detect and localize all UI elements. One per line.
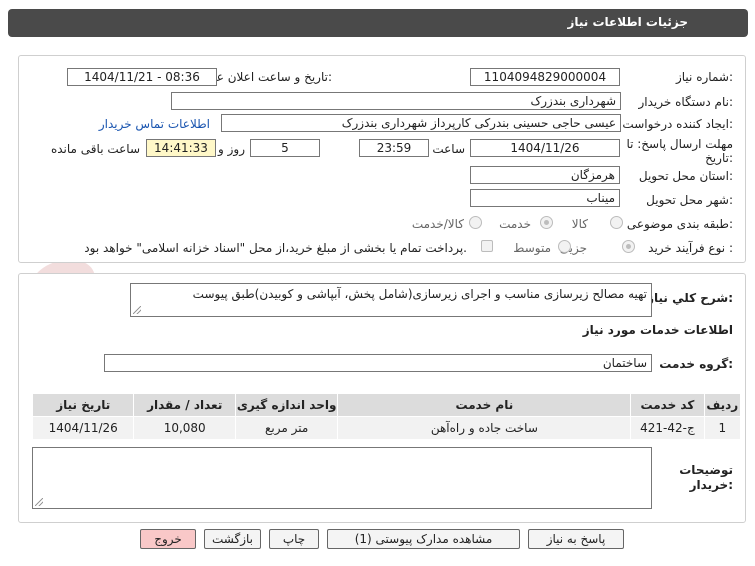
buyer-notes-label-2: خریدار: <box>689 478 733 492</box>
category-option-goods: کالا <box>571 217 588 231</box>
deadline-label: مهلت ارسال پاسخ: تا <box>626 137 733 151</box>
cell-quantity: 10,080 <box>133 416 236 440</box>
deadline-time-label: ساعت <box>432 142 465 156</box>
cell-service-code: ج-42-421 <box>630 416 705 440</box>
treasury-payment-checkbox[interactable] <box>481 240 493 252</box>
service-group-field: ساختمان <box>104 354 652 372</box>
description-field: تهیه مصالح زیرسازی مناسب و اجرای زیرسازی… <box>130 283 652 317</box>
col-row-number: ردیف <box>703 393 742 417</box>
description-label: شرح کلي نياز: <box>647 291 733 305</box>
buyer-notes-label: توضیحات <box>679 463 733 477</box>
page-title: جزئیات اطلاعات نیاز <box>567 15 688 29</box>
description-text: تهیه مصالح زیرسازی مناسب و اجرای زیرسازی… <box>192 287 647 301</box>
buyer-org-field: شهرداری بندزرک <box>171 92 621 110</box>
cell-need-date: 1404/11/26 <box>31 416 135 440</box>
process-type-label: نوع فرآیند خرید : <box>648 241 733 255</box>
remaining-time-label: ساعت باقی مانده <box>50 142 140 156</box>
view-attachments-button[interactable]: مشاهده مدارک پیوستی (1) <box>327 529 520 549</box>
province-label: استان محل تحویل: <box>638 169 733 183</box>
deadline-date-field: 1404/11/26 <box>470 139 620 157</box>
buyer-org-label: نام دستگاه خریدار: <box>638 95 734 109</box>
services-table: ردیف کد خدمت نام خدمت واحد اندازه گیری ت… <box>31 393 742 440</box>
category-radio-goods[interactable] <box>610 216 623 229</box>
process-option-medium: متوسط <box>513 241 551 255</box>
col-service-code: کد خدمت <box>630 393 705 417</box>
col-service-name: نام خدمت <box>337 393 632 417</box>
treasury-payment-note: پرداخت تمام یا بخشی از مبلغ خرید،از محل … <box>84 241 467 255</box>
cell-unit: متر مربع <box>234 416 339 440</box>
city-field: میناب <box>470 189 620 207</box>
deadline-time-field: 23:59 <box>359 139 429 157</box>
need-number-field: 1104094829000004 <box>470 68 620 86</box>
category-label: طبقه بندی موضوعی: <box>626 217 733 231</box>
resize-grip[interactable] <box>133 306 141 314</box>
category-radio-service[interactable] <box>540 216 553 229</box>
col-quantity: تعداد / مقدار <box>133 393 236 417</box>
services-table-header: ردیف کد خدمت نام خدمت واحد اندازه گیری ت… <box>31 393 742 417</box>
announce-datetime-field: 1404/11/21 - 08:36 <box>67 68 217 86</box>
resize-grip[interactable] <box>35 498 43 506</box>
service-group-label: گروه خدمت: <box>659 357 733 371</box>
process-radio-minor[interactable] <box>622 240 635 253</box>
city-label: شهر محل تحویل: <box>646 193 733 207</box>
title-bar: جزئیات اطلاعات نیاز <box>8 9 748 37</box>
col-unit: واحد اندازه گیری <box>234 393 339 417</box>
creator-field: عیسی حاجی حسینی بندرکی کارپرداز شهرداری … <box>221 114 621 132</box>
buyer-notes-field <box>32 447 652 509</box>
reply-button[interactable]: پاسخ به نیاز <box>528 529 624 549</box>
cell-service-name: ساخت جاده و راه‌آهن <box>337 416 632 440</box>
print-button[interactable]: چاپ <box>269 529 319 549</box>
cell-row-number: 1 <box>703 416 742 440</box>
need-info-panel <box>18 55 746 263</box>
remaining-time-field: 14:41:33 <box>146 139 216 157</box>
days-remaining-field: 5 <box>250 139 320 157</box>
table-row: 1 ج-42-421 ساخت جاده و راه‌آهن متر مربع … <box>31 416 742 440</box>
need-number-label: شماره نیاز: <box>675 70 733 84</box>
category-option-service: خدمت <box>499 217 531 231</box>
category-radio-goods-service[interactable] <box>469 216 482 229</box>
exit-button[interactable]: خروج <box>140 529 196 549</box>
province-field: هرمزگان <box>470 166 620 184</box>
back-button[interactable]: بازگشت <box>204 529 261 549</box>
creator-label: ایجاد کننده درخواست: <box>622 117 733 131</box>
days-label: روز و <box>218 142 245 156</box>
services-section-title: اطلاعات خدمات مورد نیاز <box>582 323 733 337</box>
process-radio-medium[interactable] <box>558 240 571 253</box>
col-need-date: تاریخ نیاز <box>31 393 135 417</box>
category-option-goods-service: کالا/خدمت <box>411 217 464 231</box>
deadline-date-label: تاریخ: <box>705 151 733 165</box>
buyer-contact-link[interactable]: اطلاعات تماس خریدار <box>99 117 210 131</box>
